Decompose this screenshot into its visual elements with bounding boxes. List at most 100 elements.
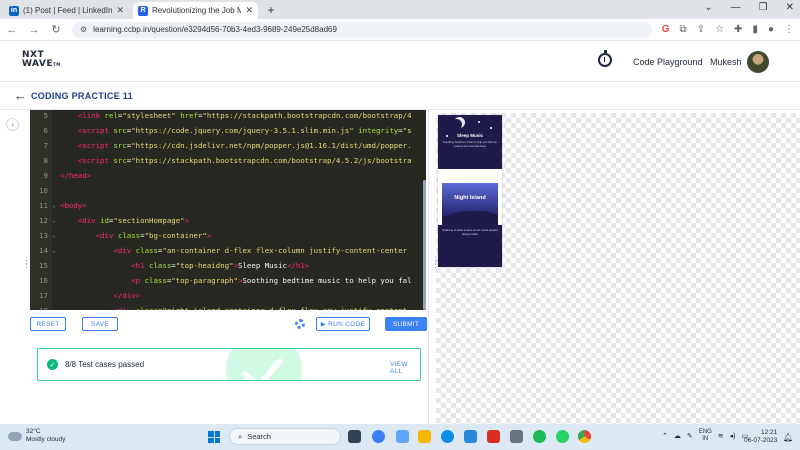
code-line[interactable]: 14 ⌄ <div class="an-container d-flex flex… <box>30 243 426 258</box>
tab-job-market[interactable]: R Revolutionizing the Job Market ✕ <box>133 2 258 19</box>
close-icon[interactable]: ✕ <box>245 5 253 16</box>
close-window-button[interactable]: ✕ <box>786 2 794 13</box>
close-icon[interactable]: ✕ <box>116 5 124 16</box>
new-tab-button[interactable]: + <box>264 3 278 17</box>
editor-toolbar: RESET SAVE ▶ RUN CODE SUBMIT <box>28 312 428 336</box>
weather-text: 32°C Mostly cloudy <box>26 428 65 444</box>
reset-button[interactable]: RESET <box>30 317 66 331</box>
side-panel-icon[interactable]: ▮ <box>752 24 758 35</box>
system-clock[interactable]: 12:21 06-07-2023 <box>744 429 777 445</box>
tab-linkedin[interactable]: in (1) Post | Feed | LinkedIn ✕ <box>4 2 129 19</box>
code-text: <script src="https://code.jquery.com/jqu… <box>77 126 412 135</box>
teams-icon[interactable] <box>372 430 385 443</box>
line-number: 17 <box>39 291 48 300</box>
star-icon <box>478 121 480 123</box>
fold-arrow-icon[interactable]: ⌄ <box>52 202 60 209</box>
mail-icon[interactable] <box>487 430 500 443</box>
linkedin-icon: in <box>9 5 19 16</box>
address-bar: ← → ↻ ⚙ learning.ccbp.in/question/e3294d… <box>0 19 800 41</box>
chrome-icon[interactable] <box>578 430 591 443</box>
widgets-icon[interactable] <box>396 430 409 443</box>
line-number: 15 <box>39 261 48 270</box>
reload-icon[interactable]: ↻ <box>50 23 62 36</box>
code-line[interactable]: 8 <script src="https://stackpath.bootstr… <box>30 153 426 168</box>
system-tray: ⌃ ☁ ✎ ENG IN ≋ ◂) ▭ <box>662 429 748 443</box>
taskbar-search[interactable]: ⌕ Search <box>229 428 341 445</box>
code-line[interactable]: 6 <script src="https://code.jquery.com/j… <box>30 123 426 138</box>
fold-arrow-icon[interactable]: ⌄ <box>52 217 60 224</box>
bookmark-star-icon[interactable]: ☆ <box>715 24 724 35</box>
save-button[interactable]: SAVE <box>82 317 118 331</box>
code-playground-link[interactable]: Code Playground <box>633 57 703 67</box>
chevron-up-icon[interactable]: ⌃ <box>662 432 668 440</box>
run-code-button[interactable]: ▶ RUN CODE <box>316 317 370 331</box>
profile-icon[interactable]: ● <box>768 24 774 35</box>
task-view-icon[interactable] <box>348 430 361 443</box>
fold-arrow-icon[interactable]: ⌄ <box>52 232 60 239</box>
weather-widget[interactable]: 32°C Mostly cloudy <box>8 427 65 444</box>
check-circle-icon: ✓ <box>47 359 58 370</box>
edge-icon[interactable] <box>441 430 454 443</box>
submit-button[interactable]: SUBMIT <box>385 317 427 331</box>
code-line[interactable]: 16 <p class="top-paragraph">Soothing bed… <box>30 273 426 288</box>
share-icon[interactable]: ⇪ <box>697 24 705 35</box>
preview-bottom-section: Relaxing to have soothe of our sweet pla… <box>438 225 502 267</box>
code-line[interactable]: 7 <script src="https://cdn.jsdelivr.net/… <box>30 138 426 153</box>
code-text: <div class="bg-container"> <box>95 231 212 240</box>
stopwatch-icon[interactable] <box>598 50 612 67</box>
file-explorer-icon[interactable] <box>418 430 431 443</box>
tab-label: Revolutionizing the Job Market <box>152 6 242 15</box>
region-code: IN <box>702 436 709 442</box>
code-line[interactable]: 12 ⌄ <div id="sectionHompage"> <box>30 213 426 228</box>
site-info-icon[interactable]: ⚙ <box>80 25 87 34</box>
page-title: CODING PRACTICE 11 <box>31 91 133 101</box>
code-line[interactable]: 18⌄ <div class="night-island-container d… <box>30 303 426 310</box>
onedrive-icon[interactable]: ☁ <box>674 432 681 440</box>
spotify-icon[interactable] <box>533 430 546 443</box>
preview-heading: Sleep Music <box>456 133 483 138</box>
forward-arrow-icon[interactable]: → <box>28 24 40 36</box>
code-line[interactable]: 9 </head> <box>30 168 426 183</box>
code-editor[interactable]: 5 <link rel="stylesheet" href="https://s… <box>30 110 426 310</box>
editor-scrollbar[interactable] <box>423 180 426 310</box>
store-icon[interactable] <box>464 430 477 443</box>
google-icon[interactable]: G <box>662 24 670 35</box>
code-line[interactable]: 11 ⌄ <body> <box>30 198 426 213</box>
back-arrow-icon[interactable]: ← <box>6 24 18 36</box>
left-rail: › ⋮ ⋮ <box>0 110 31 424</box>
restore-button[interactable]: ❐ <box>759 2 768 13</box>
whatsapp-icon[interactable] <box>556 430 569 443</box>
pen-icon[interactable]: ✎ <box>687 432 693 440</box>
minimize-button[interactable]: — <box>731 2 741 13</box>
code-line[interactable]: 5 <link rel="stylesheet" href="https://s… <box>30 110 426 123</box>
mobile-preview: Sleep Music Soothing bedtime music to he… <box>438 115 502 267</box>
cast-icon[interactable]: ⧉ <box>680 24 687 35</box>
code-line[interactable]: 15 <h1 class="top-heaidng">Sleep Music</… <box>30 258 426 273</box>
fold-arrow-icon[interactable]: ⌄ <box>52 307 60 310</box>
back-arrow-icon[interactable]: ← <box>14 88 27 103</box>
code-line[interactable]: 13 ⌄ <div class="bg-container"> <box>30 228 426 243</box>
tab-search-icon[interactable]: ⌄ <box>704 2 712 13</box>
language-indicator[interactable]: ENG IN <box>699 429 712 443</box>
settings-icon[interactable] <box>510 430 523 443</box>
code-text: <div id="sectionHompage"> <box>77 216 190 225</box>
line-number: 5 <box>43 111 48 120</box>
preview-paragraph: Soothing bedtime music to help you fall … <box>443 140 497 148</box>
user-name[interactable]: Mukesh <box>710 57 742 67</box>
url-field[interactable]: ⚙ learning.ccbp.in/question/e3294d56-70b… <box>72 21 652 38</box>
menu-icon[interactable]: ⋮ <box>784 24 794 35</box>
view-all-link[interactable]: VIEW ALL <box>390 361 420 375</box>
wifi-icon[interactable]: ≋ <box>718 432 724 440</box>
pane-splitter[interactable]: ⋮⋮ <box>428 110 440 424</box>
avatar[interactable] <box>747 51 769 73</box>
code-line[interactable]: 17 </div> <box>30 288 426 303</box>
nxtwave-logo[interactable]: NXT WAVETM <box>22 51 61 69</box>
notifications-bell-icon[interactable]: 🔔︎ <box>783 433 793 442</box>
extension-puzzle-icon[interactable]: ✚ <box>734 24 742 35</box>
fold-arrow-icon[interactable]: ⌄ <box>52 247 60 254</box>
gear-icon[interactable] <box>295 319 305 329</box>
volume-icon[interactable]: ◂) <box>730 432 736 440</box>
windows-start-icon[interactable] <box>208 431 220 443</box>
expand-panel-button[interactable]: › <box>6 118 19 131</box>
code-line[interactable]: 10 <box>30 183 426 198</box>
